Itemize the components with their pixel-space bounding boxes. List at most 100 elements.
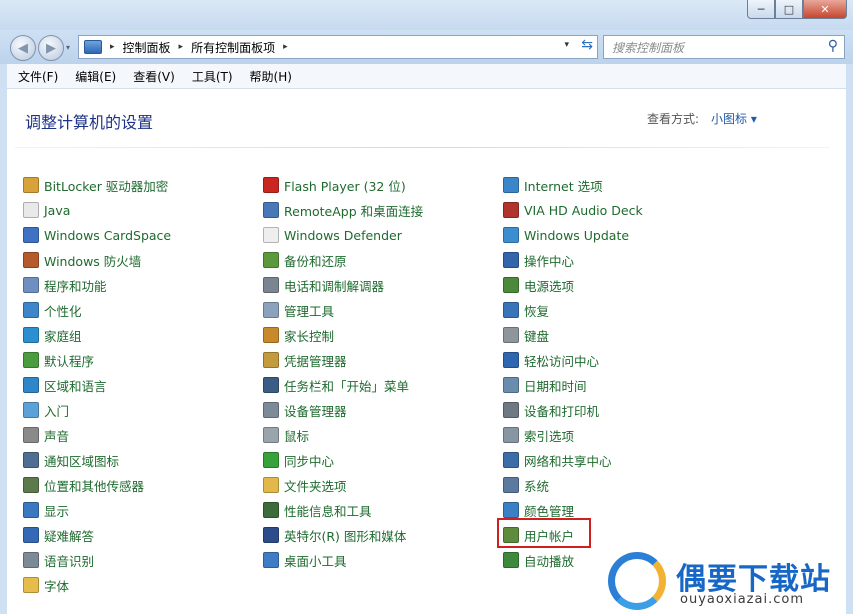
search-box[interactable]: 搜索控制面板 ⚲	[603, 35, 845, 59]
item-label[interactable]: 设备和打印机	[524, 401, 599, 420]
menu-file[interactable]: 文件(F)	[18, 68, 58, 85]
control-panel-item[interactable]: 鼠标	[263, 424, 309, 446]
item-label[interactable]: Flash Player (32 位)	[284, 176, 406, 195]
control-panel-item[interactable]: BitLocker 驱动器加密	[23, 174, 168, 196]
control-panel-item[interactable]: 系统	[503, 474, 549, 496]
control-panel-item[interactable]: 性能信息和工具	[263, 499, 372, 521]
item-label[interactable]: 电话和调制解调器	[284, 276, 384, 295]
control-panel-item[interactable]: Internet 选项	[503, 174, 603, 196]
item-label[interactable]: VIA HD Audio Deck	[524, 203, 643, 218]
recent-pages-dropdown[interactable]: ▾	[66, 43, 70, 52]
control-panel-item[interactable]: 声音	[23, 424, 69, 446]
control-panel-item[interactable]: Windows Defender	[263, 224, 402, 246]
item-label[interactable]: 轻松访问中心	[524, 351, 599, 370]
item-label[interactable]: 文件夹选项	[284, 476, 347, 495]
control-panel-item[interactable]: 日期和时间	[503, 374, 587, 396]
menu-edit[interactable]: 编辑(E)	[75, 68, 116, 85]
maximize-button[interactable]: □	[775, 0, 803, 19]
control-panel-item[interactable]: 凭据管理器	[263, 349, 347, 371]
menu-tools[interactable]: 工具(T)	[192, 68, 233, 85]
item-label[interactable]: 语音识别	[44, 551, 94, 570]
item-label[interactable]: 声音	[44, 426, 69, 445]
item-label[interactable]: 键盘	[524, 326, 549, 345]
control-panel-item[interactable]: VIA HD Audio Deck	[503, 199, 643, 221]
item-label[interactable]: 备份和还原	[284, 251, 347, 270]
item-label[interactable]: Internet 选项	[524, 176, 603, 195]
control-panel-item[interactable]: 疑难解答	[23, 524, 94, 546]
item-label[interactable]: 家长控制	[284, 326, 334, 345]
control-panel-item[interactable]: 默认程序	[23, 349, 94, 371]
search-input[interactable]: 搜索控制面板	[612, 39, 684, 56]
view-by-dropdown[interactable]: 小图标 ▾	[711, 110, 757, 127]
control-panel-item[interactable]: Windows Update	[503, 224, 629, 246]
item-label[interactable]: 日期和时间	[524, 376, 587, 395]
item-label[interactable]: 通知区域图标	[44, 451, 119, 470]
control-panel-item[interactable]: RemoteApp 和桌面连接	[263, 199, 423, 221]
control-panel-item[interactable]: Java	[23, 199, 70, 221]
minimize-button[interactable]: ─	[747, 0, 775, 19]
control-panel-item[interactable]: 通知区域图标	[23, 449, 119, 471]
item-label[interactable]: 恢复	[524, 301, 549, 320]
item-label[interactable]: 电源选项	[524, 276, 574, 295]
control-panel-item[interactable]: 操作中心	[503, 249, 574, 271]
address-bar[interactable]: ▸ 控制面板 ▸ 所有控制面板项 ▸ ▾ ⇆	[78, 35, 598, 59]
item-label[interactable]: 颜色管理	[524, 501, 574, 520]
breadcrumb-separator[interactable]: ▸	[110, 42, 115, 52]
item-label[interactable]: 网络和共享中心	[524, 451, 612, 470]
item-label[interactable]: 凭据管理器	[284, 351, 347, 370]
control-panel-item[interactable]: 英特尔(R) 图形和媒体	[263, 524, 406, 546]
control-panel-item[interactable]: 网络和共享中心	[503, 449, 612, 471]
search-icon[interactable]: ⚲	[828, 38, 838, 54]
address-dropdown-icon[interactable]: ▾	[564, 40, 569, 50]
item-label[interactable]: 入门	[44, 401, 69, 420]
item-label[interactable]: 操作中心	[524, 251, 574, 270]
item-label[interactable]: RemoteApp 和桌面连接	[284, 201, 423, 220]
control-panel-item[interactable]: 字体	[23, 574, 69, 596]
control-panel-item[interactable]: 程序和功能	[23, 274, 107, 296]
item-label[interactable]: 程序和功能	[44, 276, 107, 295]
item-label[interactable]: 鼠标	[284, 426, 309, 445]
item-label[interactable]: BitLocker 驱动器加密	[44, 176, 168, 195]
control-panel-item[interactable]: 任务栏和「开始」菜单	[263, 374, 409, 396]
menu-view[interactable]: 查看(V)	[133, 68, 175, 85]
item-label[interactable]: Windows CardSpace	[44, 228, 171, 243]
control-panel-item[interactable]: 显示	[23, 499, 69, 521]
item-label[interactable]: 性能信息和工具	[284, 501, 372, 520]
item-label[interactable]: Windows Defender	[284, 228, 402, 243]
item-label[interactable]: 英特尔(R) 图形和媒体	[284, 526, 406, 545]
breadcrumb-separator[interactable]: ▸	[283, 42, 288, 52]
control-panel-item[interactable]: Flash Player (32 位)	[263, 174, 406, 196]
control-panel-item[interactable]: 个性化	[23, 299, 82, 321]
item-label[interactable]: 疑难解答	[44, 526, 94, 545]
breadcrumb-separator[interactable]: ▸	[179, 42, 184, 52]
control-panel-item[interactable]: 管理工具	[263, 299, 334, 321]
control-panel-item[interactable]: 索引选项	[503, 424, 574, 446]
control-panel-item[interactable]: 家庭组	[23, 324, 82, 346]
control-panel-item[interactable]: 自动播放	[503, 549, 574, 571]
control-panel-item[interactable]: 桌面小工具	[263, 549, 347, 571]
item-label[interactable]: 设备管理器	[284, 401, 347, 420]
menu-help[interactable]: 帮助(H)	[250, 68, 292, 85]
breadcrumb-all-items[interactable]: 所有控制面板项	[191, 39, 275, 56]
control-panel-item[interactable]: 位置和其他传感器	[23, 474, 144, 496]
control-panel-item[interactable]: 文件夹选项	[263, 474, 347, 496]
item-label[interactable]: 索引选项	[524, 426, 574, 445]
control-panel-item[interactable]: 设备管理器	[263, 399, 347, 421]
control-panel-item[interactable]: Windows 防火墙	[23, 249, 141, 271]
control-panel-item[interactable]: 语音识别	[23, 549, 94, 571]
control-panel-item[interactable]: 入门	[23, 399, 69, 421]
item-label[interactable]: 系统	[524, 476, 549, 495]
item-label[interactable]: 字体	[44, 576, 69, 595]
item-label[interactable]: 默认程序	[44, 351, 94, 370]
forward-button[interactable]: ▶	[38, 35, 64, 61]
item-label[interactable]: Windows 防火墙	[44, 251, 141, 270]
control-panel-item[interactable]: 电话和调制解调器	[263, 274, 384, 296]
item-label[interactable]: 区域和语言	[44, 376, 107, 395]
control-panel-item[interactable]: 电源选项	[503, 274, 574, 296]
item-label[interactable]: 显示	[44, 501, 69, 520]
item-label[interactable]: Windows Update	[524, 228, 629, 243]
control-panel-item[interactable]: 轻松访问中心	[503, 349, 599, 371]
item-label[interactable]: 个性化	[44, 301, 82, 320]
item-label[interactable]: 同步中心	[284, 451, 334, 470]
control-panel-item[interactable]: 备份和还原	[263, 249, 347, 271]
